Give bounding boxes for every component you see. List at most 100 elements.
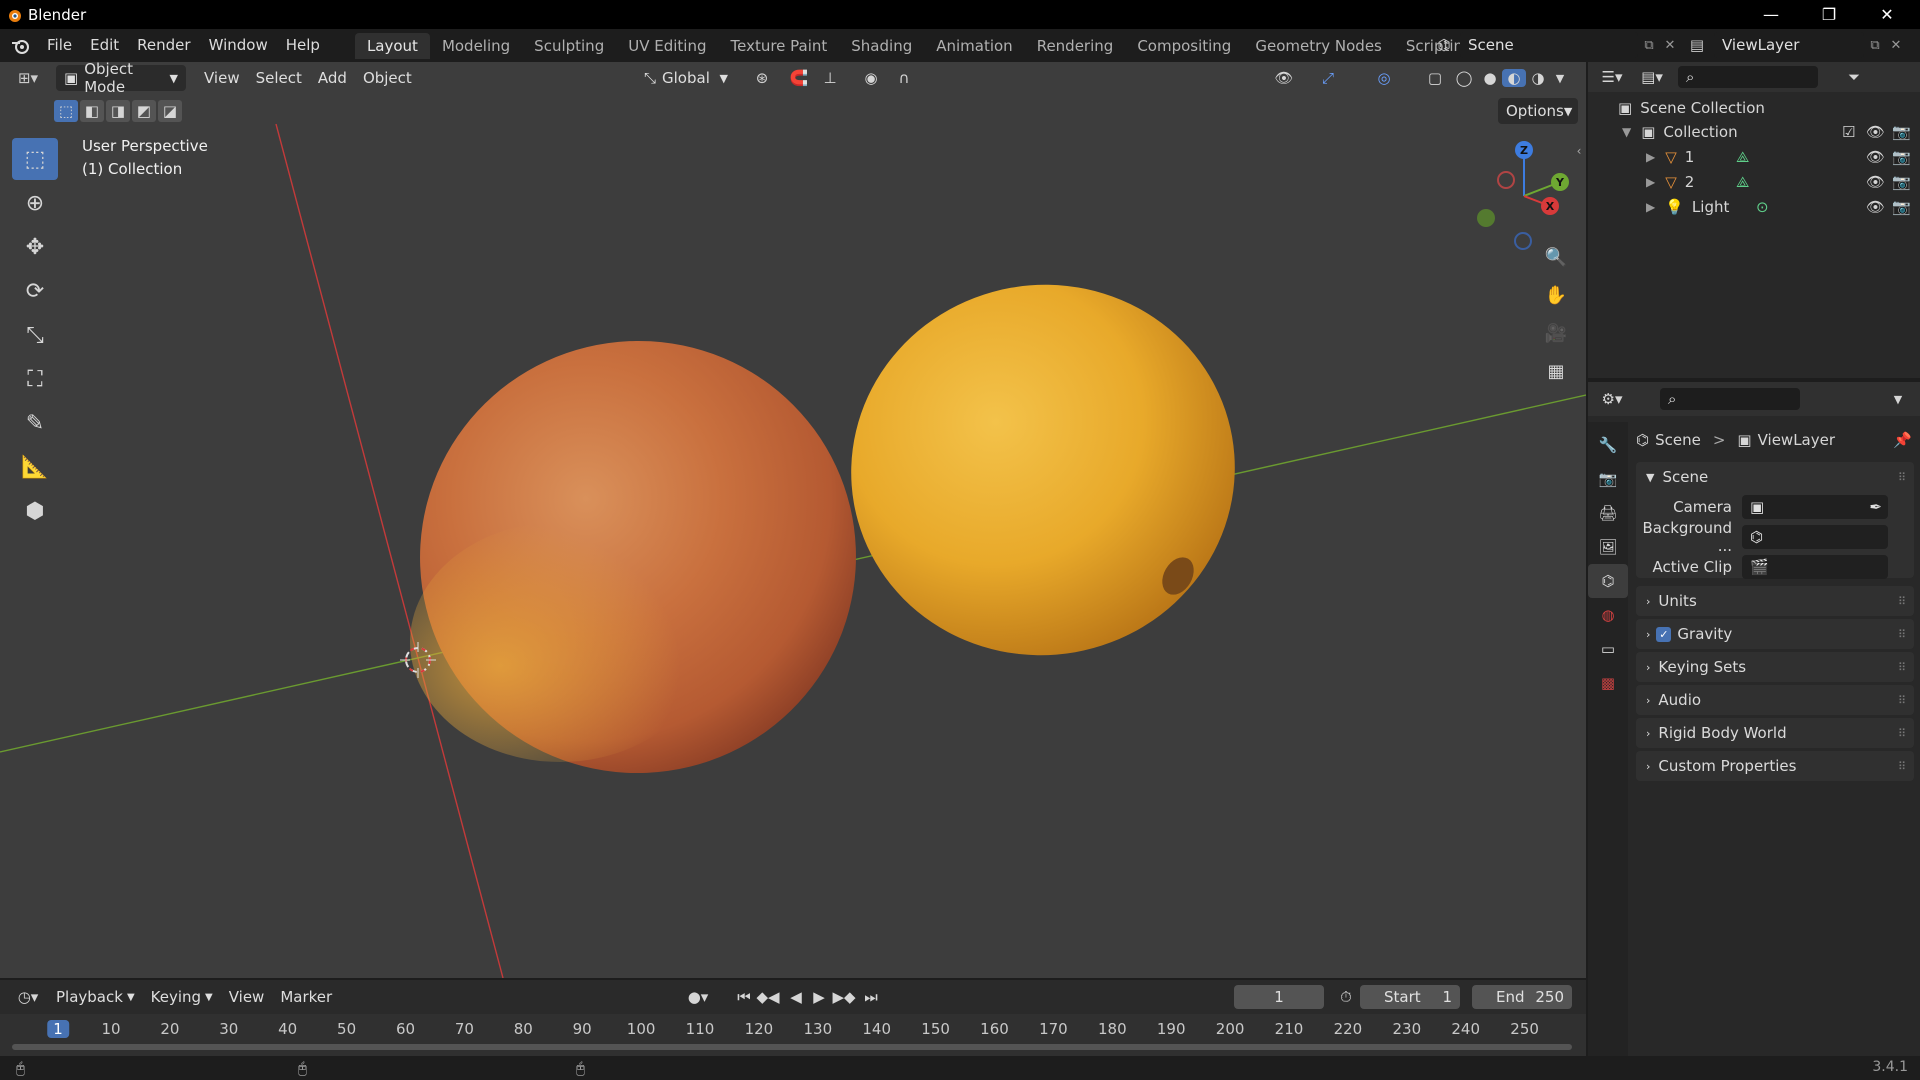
world-tab-icon[interactable]: ◍ (1588, 598, 1628, 632)
ortho-grid-icon[interactable]: ▦ (1540, 356, 1572, 386)
visibility-icon[interactable]: 👁 (1266, 69, 1302, 87)
wireframe-shading-icon[interactable]: ◯ (1452, 69, 1476, 87)
move-tool[interactable]: ✥ (12, 226, 58, 268)
camera-icon[interactable]: 📷 (1892, 123, 1911, 141)
mesh-data-icon[interactable]: ⟁ (1736, 148, 1749, 166)
editor-type-icon[interactable]: ⊞▾ (8, 69, 48, 87)
render-tab-icon[interactable]: 📷 (1588, 462, 1628, 496)
texture-tab-icon[interactable]: ▩ (1588, 666, 1628, 700)
drag-handle-icon[interactable]: ⠿ (1898, 471, 1906, 484)
close-button[interactable]: ✕ (1858, 0, 1916, 29)
solid-shading-icon[interactable]: ● (1478, 69, 1502, 87)
timeline[interactable]: ◷▾ Playback ▼ Keying ▼ View Marker ●▾ ⏮ ◆◀… (0, 980, 1586, 1056)
camera-view-icon[interactable]: 🎥 (1540, 318, 1572, 348)
tool-tab-icon[interactable]: 🔧 (1588, 428, 1628, 462)
eye-icon[interactable]: 👁 (1866, 123, 1885, 141)
eye-icon[interactable]: 👁 (1866, 198, 1885, 216)
blender-menu-icon[interactable] (10, 37, 32, 55)
pan-hand-icon[interactable]: ✋ (1540, 280, 1572, 310)
add-cube-tool[interactable]: ⬢ (12, 490, 58, 532)
drag-handle-icon[interactable]: ⠿ (1898, 727, 1906, 740)
eyedropper-icon[interactable]: ✒ (1869, 498, 1882, 516)
tab-shading[interactable]: Shading (839, 33, 924, 59)
gravity-panel[interactable]: › ✓ Gravity ⠿ (1636, 619, 1914, 649)
rendered-shading-icon[interactable]: ◑ (1526, 69, 1550, 87)
scene-icon[interactable]: ⌬ (1428, 36, 1460, 54)
active-clip-field[interactable]: 🎬 (1742, 555, 1888, 579)
select-new-icon[interactable]: ⬚ (54, 100, 78, 122)
eye-icon[interactable]: 👁 (1866, 148, 1885, 166)
background-set-field[interactable]: ⌬ (1742, 525, 1888, 549)
scene-panel-header[interactable]: ▼ Scene ⠿ (1636, 462, 1914, 492)
pivot-icon[interactable]: ⊛ (744, 69, 780, 87)
exclude-checkbox-icon[interactable]: ☑ (1842, 123, 1855, 141)
snap-icon[interactable]: 🧲 (786, 69, 812, 87)
proportional-edit-icon[interactable]: ◉ (858, 69, 884, 87)
drag-handle-icon[interactable]: ⠿ (1898, 595, 1906, 608)
menu-render[interactable]: Render (128, 29, 199, 62)
new-view-layer-icon[interactable]: ⧉ (1864, 38, 1886, 53)
pin-icon[interactable]: 📌 (1893, 431, 1912, 449)
viewport-menu-object[interactable]: Object (355, 65, 420, 91)
object-mode-dropdown[interactable]: ▣ Object Mode ▼ (56, 62, 186, 96)
tab-animation[interactable]: Animation (924, 33, 1024, 59)
camera-icon[interactable]: 📷 (1892, 148, 1911, 166)
delete-view-layer-icon[interactable]: ✕ (1886, 38, 1906, 53)
drag-handle-icon[interactable]: ⠿ (1898, 661, 1906, 674)
keying-sets-panel[interactable]: › Keying Sets ⠿ (1636, 652, 1914, 682)
maximize-button[interactable]: ❐ (1800, 0, 1858, 29)
rigid-body-world-panel[interactable]: › Rigid Body World ⠿ (1636, 718, 1914, 748)
select-extend-icon[interactable]: ◧ (80, 100, 104, 122)
custom-properties-panel[interactable]: › Custom Properties ⠿ (1636, 751, 1914, 781)
viewport-menu-add[interactable]: Add (310, 65, 355, 91)
outliner-search-input[interactable]: ⌕ (1678, 66, 1818, 88)
drag-handle-icon[interactable]: ⠿ (1898, 760, 1906, 773)
scene-field[interactable]: Scene (1460, 32, 1638, 58)
snap-target-icon[interactable]: ⊥ (812, 69, 848, 87)
transform-orientation-dropdown[interactable]: ⤡ Global ▼ (636, 65, 736, 91)
material-shading-icon[interactable]: ◐ (1502, 69, 1526, 87)
select-subtract-icon[interactable]: ◨ (106, 100, 130, 122)
sidebar-toggle-icon[interactable]: ‹ (1574, 144, 1584, 158)
playhead-frame[interactable]: 1 (47, 1020, 69, 1038)
fruit-2[interactable] (822, 254, 1264, 685)
outliner-item-light[interactable]: ▶ 💡 Light ⊙ 👁 📷 (1588, 195, 1920, 219)
shading-options-chevron-icon[interactable]: ▼ (1550, 72, 1570, 85)
tab-geometry-nodes[interactable]: Geometry Nodes (1243, 33, 1394, 59)
display-mode-icon[interactable]: ▤▾ (1632, 68, 1672, 86)
tab-sculpting[interactable]: Sculpting (522, 33, 616, 59)
menu-edit[interactable]: Edit (81, 29, 128, 62)
timeline-scrollbar[interactable] (12, 1044, 1572, 1050)
viewport-menu-view[interactable]: View (196, 65, 248, 91)
camera-icon[interactable]: 📷 (1892, 198, 1911, 216)
delete-scene-icon[interactable]: ✕ (1660, 38, 1680, 53)
minimize-button[interactable]: — (1742, 0, 1800, 29)
outliner-scene-collection[interactable]: ▣ Scene Collection (1588, 96, 1920, 120)
mesh-data-icon[interactable]: ⟁ (1736, 173, 1749, 191)
scene-tab-icon[interactable]: ⌬ (1588, 564, 1628, 598)
transform-tool[interactable]: ⛶ (12, 358, 58, 400)
falloff-icon[interactable]: ∩ (886, 69, 922, 87)
units-panel[interactable]: › Units ⠿ (1636, 586, 1914, 616)
rotate-tool[interactable]: ⟳ (12, 270, 58, 312)
collection-tab-icon[interactable]: ▭ (1588, 632, 1628, 666)
options-dropdown[interactable]: Options ▼ (1498, 98, 1578, 124)
menu-help[interactable]: Help (277, 29, 329, 62)
tab-rendering[interactable]: Rendering (1025, 33, 1126, 59)
eye-icon[interactable]: 👁 (1866, 173, 1885, 191)
outliner-item-1[interactable]: ▶ ▽ 1 ⟁ 👁 📷 (1588, 145, 1920, 169)
properties-search-input[interactable]: ⌕ (1660, 388, 1800, 410)
select-box-tool[interactable]: ⬚ (12, 138, 58, 180)
audio-panel[interactable]: › Audio ⠿ (1636, 685, 1914, 715)
menu-window[interactable]: Window (200, 29, 277, 62)
navigation-gizmo[interactable]: Z Y X (1468, 140, 1580, 252)
camera-icon[interactable]: 📷 (1892, 173, 1911, 191)
overlay-toggle-icon[interactable]: ◎ (1366, 69, 1402, 87)
viewport-menu-select[interactable]: Select (248, 65, 310, 91)
tab-modeling[interactable]: Modeling (430, 33, 522, 59)
outliner-collection-row[interactable]: ▼ ▣ Collection ☑ 👁 📷 (1588, 120, 1920, 144)
tab-texture-paint[interactable]: Texture Paint (718, 33, 839, 59)
select-intersect-icon[interactable]: ◪ (158, 100, 182, 122)
new-scene-icon[interactable]: ⧉ (1638, 38, 1660, 53)
menu-file[interactable]: File (38, 29, 81, 62)
